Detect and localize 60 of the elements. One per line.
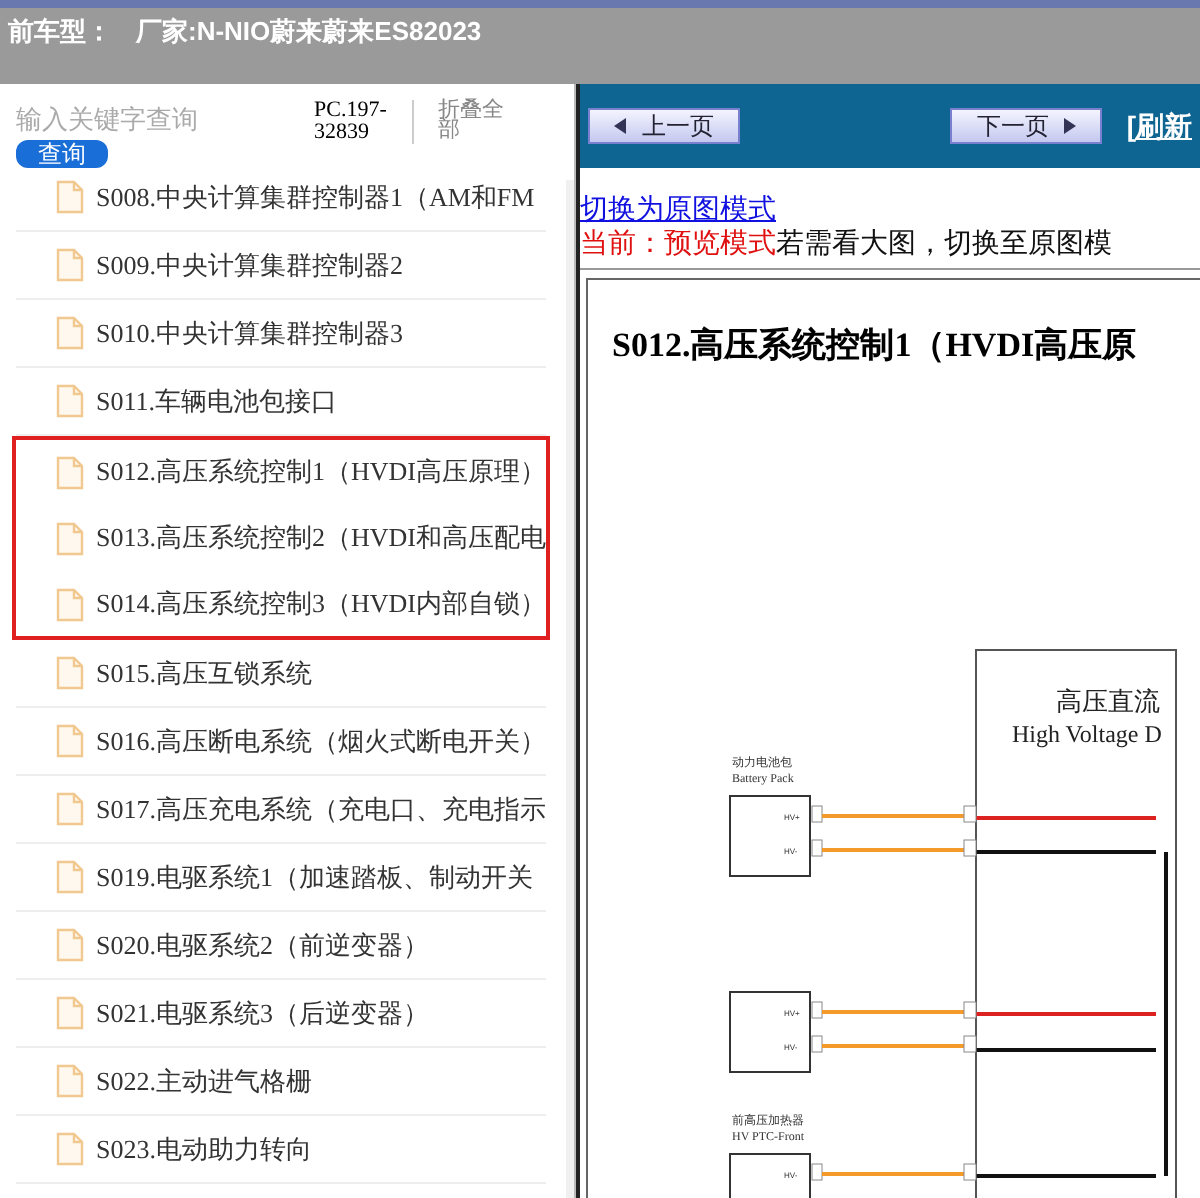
part-code: PC.197-32839 (314, 100, 414, 144)
file-icon (56, 996, 84, 1030)
collapse-all-button[interactable]: 折叠全部 (438, 100, 518, 140)
file-icon (56, 455, 84, 489)
mode-hint: 若需看大图，切换至原图模 (776, 226, 1112, 260)
tree-item-label: S014.高压系统控制3（HVDI内部自锁） (96, 586, 546, 623)
tree-item[interactable]: S022.主动进气格栅 (16, 1048, 546, 1116)
tree-item-label: S009.中央计算集群控制器2 (96, 247, 403, 284)
tree-item-label: S019.电驱系统1（加速踏板、制动开关 (96, 859, 533, 896)
tree-item-label: S011.车辆电池包接口 (96, 383, 337, 420)
file-icon (56, 248, 84, 282)
right-arrow-icon (1064, 118, 1077, 134)
switch-mode-link[interactable]: 切换为原图模式 (580, 192, 1200, 226)
left-arrow-icon (614, 118, 626, 134)
tree-item[interactable]: S021.电驱系统3（后逆变器） (16, 980, 546, 1048)
next-page-button[interactable]: 下一页 (950, 108, 1103, 144)
tree-item-label: S012.高压系统控制1（HVDI高压原理） (96, 454, 546, 491)
tree-item[interactable]: S008.中央计算集群控制器1（AM和FM (16, 180, 546, 232)
document-heading: S012.高压系统控制1（HVDI高压原 (610, 324, 1139, 368)
car-model: 厂家:N-NIO蔚来蔚来ES82023 (136, 14, 482, 50)
file-icon (56, 1064, 84, 1098)
tree-item-label: S013.高压系统控制2（HVDI和高压配电 (96, 520, 546, 557)
file-icon (56, 180, 84, 214)
file-icon (56, 521, 84, 555)
file-icon (56, 384, 84, 418)
tree-item-label: S022.主动进气格栅 (96, 1063, 312, 1100)
tree-item-label: S021.电驱系统3（后逆变器） (96, 995, 429, 1032)
tree-item[interactable]: S023.电动助力转向 (16, 1116, 546, 1184)
refresh-link[interactable]: [刷新 (1126, 105, 1192, 147)
file-icon (56, 1132, 84, 1166)
header-label: 前车型： (8, 14, 112, 50)
previous-page-button[interactable]: 上一页 (588, 108, 740, 144)
tree-item[interactable]: S012.高压系统控制1（HVDI高压原理） (12, 436, 550, 504)
file-icon (56, 928, 84, 962)
tree-item[interactable]: S016.高压断电系统（烟火式断电开关） (16, 708, 546, 776)
search-button[interactable]: 查询 (16, 139, 108, 167)
file-icon (56, 860, 84, 894)
tree-item-label: S020.电驱系统2（前逆变器） (96, 927, 429, 964)
file-icon (56, 656, 84, 690)
file-icon (56, 792, 84, 826)
tree-item-label: S008.中央计算集群控制器1（AM和FM (96, 180, 535, 216)
tree-item-label: S016.高压断电系统（烟火式断电开关） (96, 723, 546, 760)
tree-item-label: S023.电动助力转向 (96, 1131, 312, 1168)
tree-item[interactable]: S011.车辆电池包接口 (16, 368, 546, 436)
tree-item[interactable]: S014.高压系统控制3（HVDI内部自锁） (12, 572, 550, 640)
file-icon (56, 587, 84, 621)
file-icon (56, 724, 84, 758)
tree-item[interactable]: S020.电驱系统2（前逆变器） (16, 912, 546, 980)
tree-item-label: S015.高压互锁系统 (96, 655, 312, 692)
tree-item[interactable]: S019.电驱系统1（加速踏板、制动开关 (16, 844, 546, 912)
tree-item[interactable]: S009.中央计算集群控制器2 (16, 232, 546, 300)
tree-item[interactable]: S017.高压充电系统（充电口、充电指示 (16, 776, 546, 844)
file-icon (56, 316, 84, 350)
tree-item[interactable]: S013.高压系统控制2（HVDI和高压配电 (12, 504, 550, 572)
current-mode-label: 当前：预览模式 (580, 226, 776, 260)
tree-item[interactable]: S015.高压互锁系统 (16, 640, 546, 708)
tree-item-label: S010.中央计算集群控制器3 (96, 315, 403, 352)
tree-item[interactable]: S010.中央计算集群控制器3 (16, 300, 546, 368)
tree-item-label: S017.高压充电系统（充电口、充电指示 (96, 791, 546, 828)
search-field[interactable]: 输入关键字查询 (16, 100, 296, 139)
